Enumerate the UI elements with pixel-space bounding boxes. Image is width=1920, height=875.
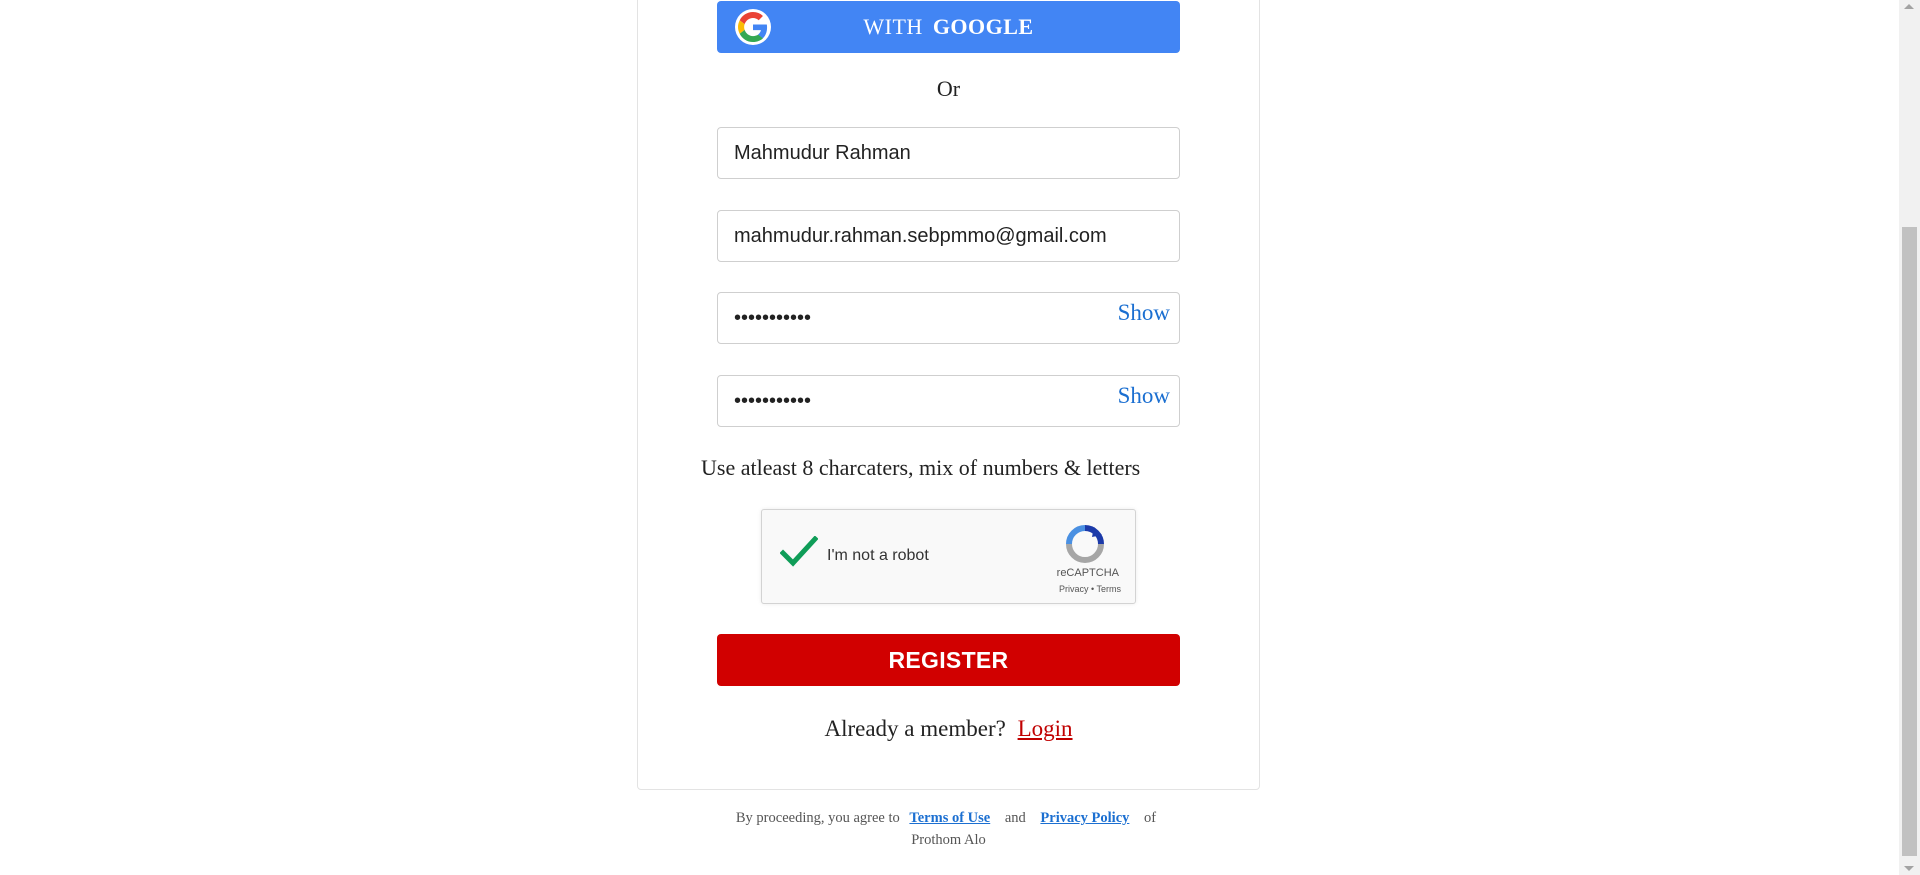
register-button[interactable]: REGISTER — [717, 634, 1180, 686]
google-button-brand-label: GOOGLE — [932, 14, 1034, 39]
checkmark-icon[interactable] — [779, 535, 819, 573]
email-field-wrapper — [717, 210, 1180, 262]
recaptcha-separator: • — [1091, 584, 1095, 594]
footer-of: of — [1144, 810, 1157, 826]
show-confirm-password-toggle[interactable]: Show — [1118, 383, 1170, 409]
password-field-wrapper: Show — [717, 292, 1180, 344]
google-button-with-label: WITH — [863, 14, 923, 39]
footer-brand: Prothom Alo — [911, 832, 986, 848]
terms-of-use-link[interactable]: Terms of Use — [909, 810, 990, 826]
confirm-password-field-wrapper: Show — [717, 375, 1180, 427]
show-password-toggle[interactable]: Show — [1118, 300, 1170, 326]
footer-and: and — [1004, 810, 1026, 826]
recaptcha-privacy-link[interactable]: Privacy — [1059, 584, 1089, 594]
recaptcha-label: I'm not a robot — [827, 547, 929, 564]
password-hint: Use atleast 8 charcaters, mix of numbers… — [701, 455, 1141, 480]
vertical-scrollbar[interactable] — [1899, 0, 1920, 875]
or-divider: Or — [936, 76, 961, 101]
recaptcha-brand: reCAPTCHA — [1056, 567, 1119, 579]
scroll-down-arrow-icon[interactable] — [1904, 866, 1914, 871]
recaptcha-widget: I'm not a robot reCAPTCHA Privacy • Term… — [761, 509, 1136, 604]
login-link[interactable]: Login — [1018, 716, 1073, 741]
recaptcha-terms-link[interactable]: Terms — [1097, 584, 1122, 594]
already-member-line: Already a member? Login — [717, 716, 1180, 742]
name-field-wrapper — [717, 127, 1180, 179]
confirm-password-field[interactable] — [718, 376, 1179, 426]
footer-disclaimer: By proceeding, you agree to Terms of Use… — [717, 807, 1180, 851]
scroll-up-arrow-icon[interactable] — [1904, 4, 1914, 9]
privacy-policy-link[interactable]: Privacy Policy — [1040, 810, 1129, 826]
footer-prefix: By proceeding, you agree to — [735, 810, 900, 826]
already-member-prompt: Already a member? — [824, 716, 1006, 741]
email-field[interactable] — [718, 211, 1179, 261]
google-icon — [735, 9, 771, 45]
google-signin-button[interactable]: WITH GOOGLE — [717, 1, 1180, 53]
recaptcha-logo-icon — [1064, 523, 1106, 570]
name-field[interactable] — [718, 128, 1179, 178]
password-field[interactable] — [718, 293, 1179, 343]
scrollbar-thumb[interactable] — [1902, 227, 1917, 856]
recaptcha-links: Privacy • Terms — [1059, 584, 1121, 594]
